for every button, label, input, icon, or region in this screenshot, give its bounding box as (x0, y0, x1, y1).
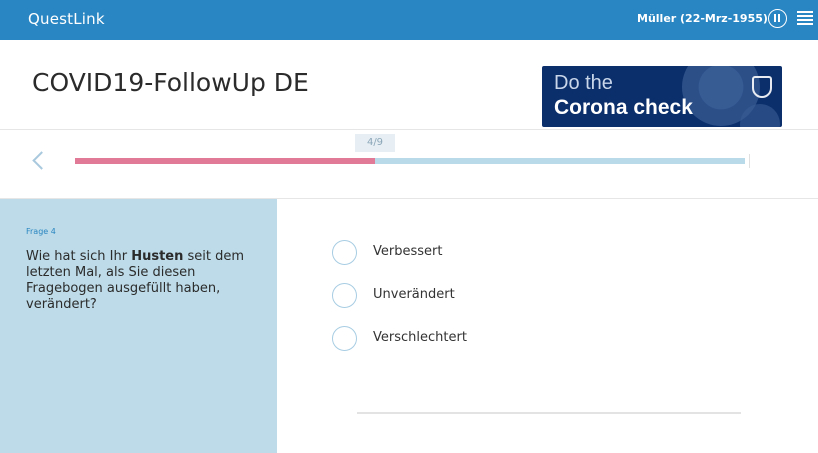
banner-line-1: Do the (554, 72, 613, 94)
question-text-before: Wie hat sich Ihr (26, 249, 132, 264)
progress-end-marker (749, 154, 750, 168)
option-label[interactable]: Verschlechtert (373, 330, 467, 345)
radio-button[interactable] (332, 326, 357, 351)
question-number: Frage 4 (26, 227, 56, 236)
menu-icon[interactable] (797, 11, 813, 25)
divider (357, 412, 741, 414)
page-header: COVID19-FollowUp DE Do the Corona check (0, 40, 818, 130)
philips-shield-icon (752, 76, 772, 98)
page-title: COVID19-FollowUp DE (32, 68, 309, 97)
corona-check-banner: Do the Corona check (542, 66, 782, 127)
option-unveraendert[interactable]: Unverändert (332, 283, 632, 309)
radio-button[interactable] (332, 240, 357, 265)
app-brand: QuestLink (28, 10, 105, 28)
option-label[interactable]: Verbessert (373, 244, 442, 259)
question-text-keyword: Husten (131, 249, 184, 264)
pause-icon[interactable] (768, 9, 787, 28)
progress-label: 4/9 (355, 134, 395, 152)
radio-button[interactable] (332, 283, 357, 308)
option-label[interactable]: Unverändert (373, 287, 455, 302)
progress-section: 4/9 (0, 130, 818, 199)
question-panel: Frage 4 Wie hat sich Ihr Husten seit dem… (0, 199, 277, 453)
question-text: Wie hat sich Ihr Husten seit dem letzten… (26, 249, 262, 313)
progress-fill (75, 158, 376, 164)
option-verschlechtert[interactable]: Verschlechtert (332, 326, 632, 352)
progress-bar (75, 158, 745, 164)
back-chevron-icon[interactable] (30, 150, 48, 172)
option-verbessert[interactable]: Verbessert (332, 240, 632, 266)
top-bar: QuestLink Müller (22-Mrz-1955) (0, 0, 818, 40)
banner-line-2: Corona check (554, 96, 693, 119)
patient-info: Müller (22-Mrz-1955) (637, 12, 768, 25)
